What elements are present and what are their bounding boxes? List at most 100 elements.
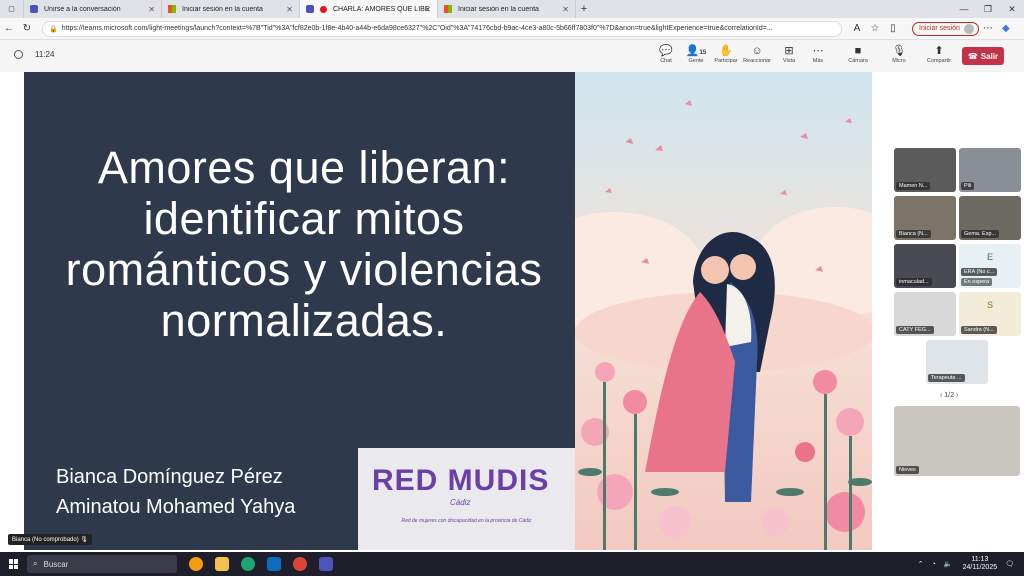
refresh-icon[interactable]: ↻ [18, 23, 36, 34]
notification-icon[interactable]: 🗨 [1005, 560, 1014, 568]
chevron-right-icon[interactable]: › [956, 392, 958, 399]
search-icon: ⌕ [33, 559, 38, 568]
windows-start-icon[interactable] [9, 559, 19, 569]
participant-name: inmaculad... [896, 278, 932, 286]
self-video-tile[interactable]: Nieves [894, 406, 1020, 476]
recording-icon [320, 5, 327, 13]
search-placeholder: Buscar [43, 559, 69, 569]
favorite-icon[interactable]: ☆ [866, 23, 884, 34]
mic-icon: 🎙 [892, 45, 906, 57]
chrome-icon[interactable] [293, 557, 307, 571]
mic-button[interactable]: 🎙 Micro [882, 44, 916, 64]
participant-tile[interactable]: Pili [959, 148, 1021, 192]
hand-icon: ✋ [719, 45, 733, 57]
browser-tab-2[interactable]: Iniciar sesión en la cuenta ✕ [162, 0, 300, 18]
share-button[interactable]: ⬆ Compartir [922, 44, 956, 64]
couple-flowers-illustration [525, 72, 872, 550]
raise-hand-button[interactable]: ✋ Participar [709, 44, 743, 64]
taskbar-search[interactable]: ⌕ Buscar [27, 555, 177, 573]
copilot-icon[interactable]: ◆ [997, 23, 1015, 34]
volume-icon[interactable]: 🔈 [944, 560, 953, 568]
leave-label: Salir [980, 51, 999, 61]
people-button[interactable]: 👤15 Gente [679, 44, 713, 64]
logo-tagline: Red de mujeres con discapacidad en la pr… [401, 518, 532, 524]
more-actions-button[interactable]: ⋯ Más [801, 44, 835, 64]
self-name: Nieves [896, 466, 919, 474]
participant-name: Pili [961, 182, 975, 190]
shared-slide: Amores que liberan: identificar mitos ro… [24, 72, 872, 550]
close-icon[interactable]: ✕ [148, 5, 155, 14]
close-icon[interactable]: ✕ [562, 5, 569, 14]
read-aloud-icon[interactable]: A [848, 23, 866, 34]
system-tray: ⌃ ◔ 🔈 11:13 24/11/2025 🗨 [918, 552, 1014, 576]
camera-icon: ■ [854, 45, 862, 57]
teams-icon [30, 5, 38, 13]
participant-tile[interactable]: CATY FEG... [894, 292, 956, 336]
leave-button[interactable]: ☎ Salir [962, 47, 1004, 65]
redmudis-logo: RED MUDIS Cádiz Red de mujeres con disca… [358, 448, 575, 550]
microsoft-icon [168, 5, 176, 13]
browser-tab-4[interactable]: Iniciar sesión en la cuenta ✕ [438, 0, 576, 18]
outlook-icon[interactable] [267, 557, 281, 571]
chat-button[interactable]: 💬 Chat [649, 44, 683, 64]
edge-icon[interactable] [241, 557, 255, 571]
chevron-up-icon[interactable]: ⌃ [918, 560, 924, 568]
tab-label: Iniciar sesión en la cuenta [458, 5, 539, 13]
chat-icon: 💬 [659, 45, 673, 57]
close-icon[interactable]: ✕ [286, 5, 293, 14]
url-text: https://teams.microsoft.com/light-meetin… [61, 25, 773, 32]
signin-button[interactable]: Iniciar sesión [912, 21, 979, 36]
tab-actions-icon[interactable]: ▢ [0, 0, 24, 18]
share-label: Compartir [926, 58, 952, 64]
minimize-icon[interactable]: — [952, 0, 976, 18]
participant-name: CATY FEG... [896, 326, 934, 334]
teams-taskbar-icon[interactable] [319, 557, 333, 571]
url-field[interactable]: 🔒 https://teams.microsoft.com/light-meet… [42, 20, 842, 37]
participant-initial: S [986, 300, 993, 310]
participant-name: Bianca (N... [896, 230, 931, 238]
new-tab-icon[interactable]: + [576, 3, 592, 15]
slide-illustration [525, 72, 872, 550]
participant-tile[interactable]: E ERA (No c... En espera [959, 244, 1021, 288]
more-icon[interactable]: ⋯ [979, 23, 997, 34]
participant-tile[interactable]: inmaculad... [894, 244, 956, 288]
clock[interactable]: 11:13 24/11/2025 [963, 556, 998, 572]
react-label: Reaccionar [743, 58, 771, 64]
author-2: Aminatou Mohamed Yahya [56, 496, 296, 518]
participant-tile[interactable]: S Sandra (N... [959, 292, 1021, 336]
slide-title: Amores que liberan: identificar mitos ro… [65, 142, 543, 346]
mic-icon: 🎙 [80, 537, 88, 543]
wifi-icon[interactable]: ◔ [932, 561, 936, 568]
participant-name: Sandra (N... [961, 326, 997, 334]
close-window-icon[interactable]: ✕ [1000, 0, 1024, 18]
participant-tile[interactable]: Gema. Esp... [959, 196, 1021, 240]
participant-pager[interactable]: ‹ 1/2 › [940, 392, 958, 399]
split-screen-icon[interactable]: ▯ [884, 23, 902, 34]
speaker-name: Bianca (No comprobado) [12, 537, 79, 543]
pager-text: 1/2 [944, 392, 955, 399]
teams-icon [306, 5, 314, 13]
tab-label: Iniciar sesión en la cuenta [182, 5, 263, 13]
back-icon[interactable]: ← [0, 23, 18, 34]
meeting-toolbar: 11:24 💬 Chat 👤15 Gente ✋ Participar ☺ Re… [0, 41, 1024, 71]
browser-tab-1[interactable]: Unirse a la conversación ✕ [24, 0, 162, 18]
participant-tile[interactable]: Terapeuta ... [926, 340, 988, 384]
participant-tile[interactable]: Bianca (N... [894, 196, 956, 240]
file-explorer-icon[interactable] [215, 557, 229, 571]
close-icon[interactable]: ✕ [424, 5, 431, 14]
participant-name: Terapeuta ... [928, 374, 965, 382]
camera-button[interactable]: ■ Cámara [841, 44, 875, 64]
speaker-label: Bianca (No comprobado) 🎙 [8, 534, 92, 545]
shield-icon [14, 50, 23, 59]
participant-tile[interactable]: Mamen N... [894, 148, 956, 192]
people-label: Gente [688, 58, 704, 64]
participant-name: Mamen N... [896, 182, 931, 190]
view-label: Vista [782, 58, 796, 64]
react-button[interactable]: ☺ Reaccionar [740, 44, 774, 64]
firefox-icon[interactable] [189, 557, 203, 571]
meeting-timer: 11:24 [14, 50, 54, 59]
logo-sub-text: Cádiz [450, 498, 471, 507]
lock-icon: 🔒 [49, 25, 58, 33]
maximize-icon[interactable]: ❐ [976, 0, 1000, 18]
browser-tab-3[interactable]: CHARLA: AMORES QUE LIBE ✕ [300, 0, 438, 18]
